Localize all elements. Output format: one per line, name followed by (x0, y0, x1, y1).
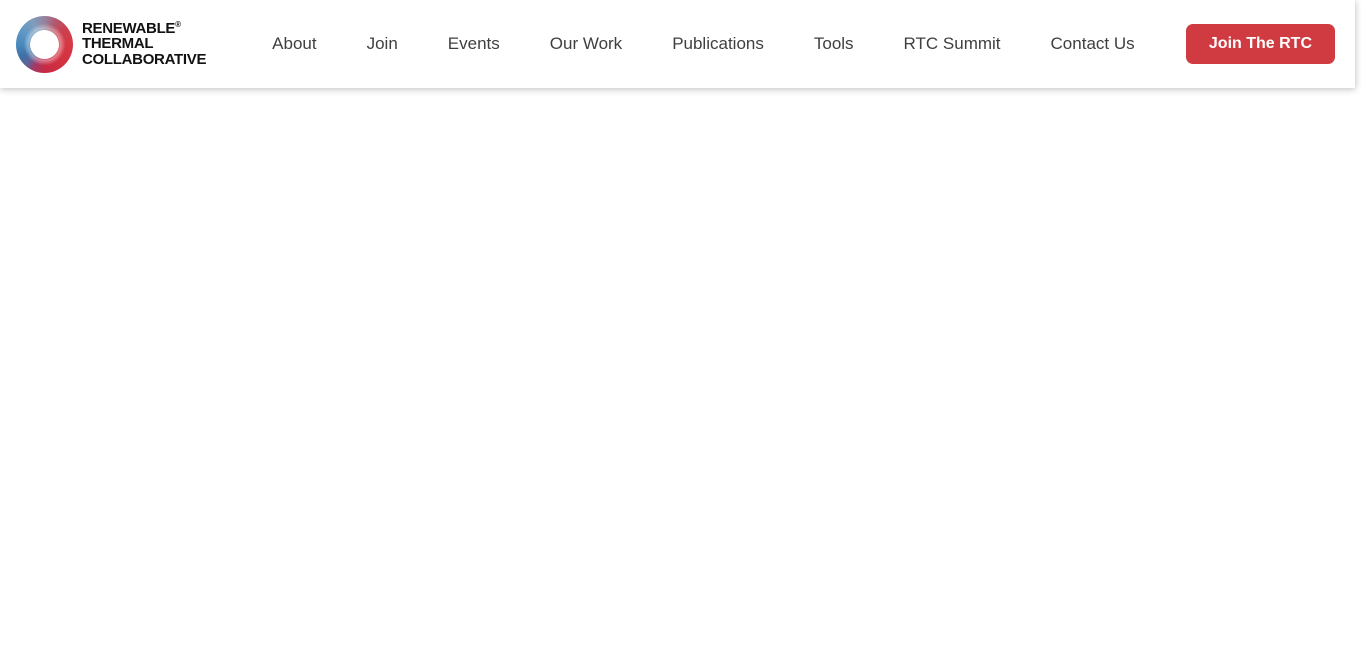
site-logo[interactable]: RENEWABLE® THERMAL COLLABORATIVE (16, 15, 207, 73)
nav-item-events[interactable]: Events (448, 34, 500, 54)
page-content (0, 88, 1366, 651)
logo-wordmark: RENEWABLE® THERMAL COLLABORATIVE (82, 19, 207, 68)
nav-item-contact-us[interactable]: Contact Us (1051, 34, 1135, 54)
logo-line-collaborative: COLLABORATIVE (82, 50, 207, 68)
nav-item-about[interactable]: About (272, 34, 316, 54)
primary-nav: About Join Events Our Work Publications … (272, 34, 1134, 54)
nav-item-publications[interactable]: Publications (672, 34, 764, 54)
registered-trademark-symbol: ® (175, 19, 181, 29)
site-header: RENEWABLE® THERMAL COLLABORATIVE About J… (0, 0, 1355, 88)
logo-line-thermal: THERMAL (82, 35, 154, 53)
nav-item-rtc-summit[interactable]: RTC Summit (904, 34, 1001, 54)
nav-item-tools[interactable]: Tools (814, 34, 854, 54)
join-the-rtc-button[interactable]: Join The RTC (1185, 24, 1335, 64)
nav-item-join[interactable]: Join (367, 34, 398, 54)
logo-line-renewable: RENEWABLE® (82, 19, 181, 37)
rtc-logo-ring-icon (16, 15, 73, 73)
nav-item-our-work[interactable]: Our Work (550, 34, 622, 54)
